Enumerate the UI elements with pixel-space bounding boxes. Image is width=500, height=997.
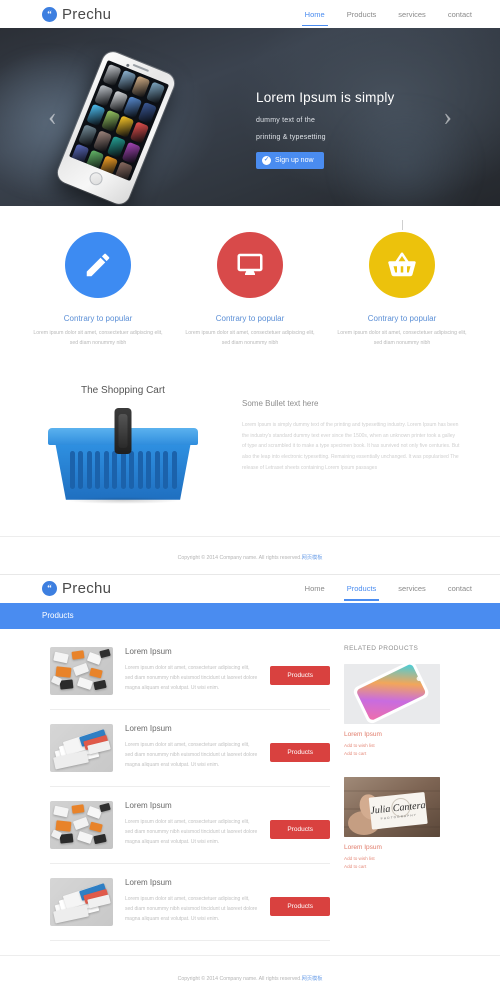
products-page: “ Prechu Home Products services contact … (0, 573, 500, 997)
cart-image-column: The Shopping Cart (22, 384, 224, 504)
product-row: Lorem Ipsum Lorem ipsum dolor sit amet, … (50, 787, 330, 864)
product-thumbnail (50, 646, 113, 695)
product-title: Lorem Ipsum (125, 800, 172, 810)
product-button[interactable]: Products (270, 666, 330, 686)
gradient-smartphone-image[interactable] (344, 663, 440, 724)
carousel-prev-arrow[interactable]: ‹ (48, 104, 57, 130)
cart-text-column: Some Bullet text here Lorem Ipsum is sim… (224, 385, 478, 500)
related-product-item: Lorem Ipsum Add to wish list Add to cart (344, 663, 440, 759)
check-circle-icon: ✓ (262, 156, 271, 165)
nav2-item-home[interactable]: Home (305, 575, 325, 603)
feature-card-3: Contrary to popular Lorem ipsum dolor si… (326, 220, 478, 349)
products-list: Lorem Ipsum Lorem ipsum dolor sit amet, … (20, 645, 338, 941)
hero-carousel: Lorem Ipsum is simply dummy text of the … (0, 28, 500, 206)
nav-item-services[interactable]: services (398, 0, 426, 28)
brand-name: Prechu (62, 5, 112, 23)
copyright-text-1: Copyright © 2014 Company name. All right… (177, 554, 302, 561)
signup-button-label: Sign up now (275, 157, 314, 164)
add-to-wish-list-link[interactable]: Add to wish list (344, 855, 440, 863)
main-navigation: Home Products services contact (301, 0, 472, 28)
product-button[interactable]: Products (270, 897, 330, 917)
product-thumbnail (50, 723, 113, 772)
signup-button[interactable]: ✓ Sign up now (256, 152, 324, 169)
add-to-cart-link[interactable]: Add to cart (344, 863, 440, 871)
product-thumbnail (50, 877, 113, 926)
product-title: Lorem Ipsum (125, 723, 172, 733)
copyright-bar-2: Copyright © 2014 Company name. All right… (0, 954, 500, 997)
hero-subtitle-1: dummy text of the (256, 117, 316, 124)
carousel-next-arrow[interactable]: › (443, 104, 452, 130)
page-banner: Products (0, 602, 500, 629)
business-card-image[interactable]: Julia Cantera PHOTOGRAPHY (344, 776, 440, 837)
hero-copy: Lorem Ipsum is simply dummy text of the … (256, 90, 456, 169)
feature-card-1: Contrary to popular Lorem ipsum dolor si… (22, 232, 174, 349)
add-to-wish-list-link[interactable]: Add to wish list (344, 742, 440, 750)
nav2-item-contact[interactable]: contact (448, 575, 472, 603)
feature-title-1: Contrary to popular (63, 314, 133, 323)
add-to-cart-link[interactable]: Add to cart (344, 750, 440, 758)
quote-icon-2: “ (42, 581, 57, 597)
monitor-icon (217, 232, 283, 298)
brand-logo-2[interactable]: “ Prechu (42, 580, 111, 597)
cart-heading: The Shopping Cart (81, 384, 165, 396)
nav-item-products[interactable]: Products (347, 0, 377, 28)
copyright-bar-1: Copyright © 2014 Company name. All right… (0, 535, 500, 574)
product-button[interactable]: Products (270, 743, 330, 763)
shopping-basket-image (48, 407, 198, 504)
feature-card-2: Contrary to popular Lorem ipsum dolor si… (174, 232, 326, 349)
related-products-sidebar: RELATED PRODUCTS Lorem Ipsum Add to wish… (338, 645, 440, 941)
bullet-title: Some Bullet text here (242, 398, 319, 408)
nav-item-home[interactable]: Home (301, 0, 328, 28)
home-page: “ Prechu Home Products services contact … (0, 0, 500, 574)
hero-subtitle-2: printing & typesetting (256, 134, 326, 141)
product-row: Lorem Ipsum Lorem ipsum dolor sit amet, … (50, 710, 330, 787)
feature-title-2: Contrary to popular (215, 314, 285, 323)
site-header: “ Prechu Home Products services contact (0, 0, 500, 28)
quote-icon: “ (42, 6, 57, 22)
product-row: Lorem Ipsum Lorem ipsum dolor sit amet, … (50, 645, 330, 710)
related-product-item: Julia Cantera PHOTOGRAPHY Lorem Ipsum Ad… (344, 776, 440, 872)
product-row: Lorem Ipsum Lorem ipsum dolor sit amet, … (50, 864, 330, 941)
feature-text-1: Lorem ipsum dolor sit amet, consectetuer… (33, 330, 163, 346)
product-description: Lorem ipsum dolor sit amet, consectetuer… (125, 664, 258, 692)
related-product-title: Lorem Ipsum (344, 843, 382, 851)
site-header-2: “ Prechu Home Products services contact (0, 574, 500, 603)
products-content: Lorem Ipsum Lorem ipsum dolor sit amet, … (0, 628, 500, 941)
nav-item-contact[interactable]: contact (448, 0, 472, 28)
pencil-icon (65, 232, 131, 298)
hero-title: Lorem Ipsum is simply (256, 90, 395, 105)
product-description: Lorem ipsum dolor sit amet, consectetuer… (125, 818, 258, 846)
copyright-cn-link-1[interactable]: 网页模板 (302, 555, 323, 561)
basket-icon (369, 220, 435, 298)
product-title: Lorem Ipsum (125, 646, 172, 656)
product-button[interactable]: Products (270, 820, 330, 840)
nav2-item-products[interactable]: Products (343, 575, 379, 603)
shopping-cart-section: The Shopping Cart Some Bullet text here … (0, 370, 500, 536)
product-description: Lorem ipsum dolor sit amet, consectetuer… (125, 741, 258, 769)
features-section: Contrary to popular Lorem ipsum dolor si… (0, 206, 500, 371)
feature-title-3: Contrary to popular (367, 314, 437, 323)
product-title: Lorem Ipsum (125, 877, 172, 887)
feature-text-2: Lorem ipsum dolor sit amet, consectetuer… (185, 330, 315, 346)
brand-name-2: Prechu (62, 580, 112, 598)
related-product-title: Lorem Ipsum (344, 730, 382, 738)
related-products-heading: RELATED PRODUCTS (344, 644, 419, 652)
nav2-item-services[interactable]: services (398, 575, 426, 603)
brand-logo[interactable]: “ Prechu (42, 6, 111, 23)
feature-text-3: Lorem ipsum dolor sit amet, consectetuer… (337, 330, 467, 346)
main-navigation-2: Home Products services contact (305, 575, 472, 603)
banner-title: Products (42, 611, 74, 621)
copyright-text-2: Copyright © 2014 Company name. All right… (177, 975, 302, 982)
product-description: Lorem ipsum dolor sit amet, consectetuer… (125, 895, 258, 923)
bullet-text: Lorem Ipsum is simply dummy text of the … (242, 421, 460, 471)
product-thumbnail (50, 800, 113, 849)
copyright-cn-link-2[interactable]: 网页模板 (302, 976, 323, 982)
